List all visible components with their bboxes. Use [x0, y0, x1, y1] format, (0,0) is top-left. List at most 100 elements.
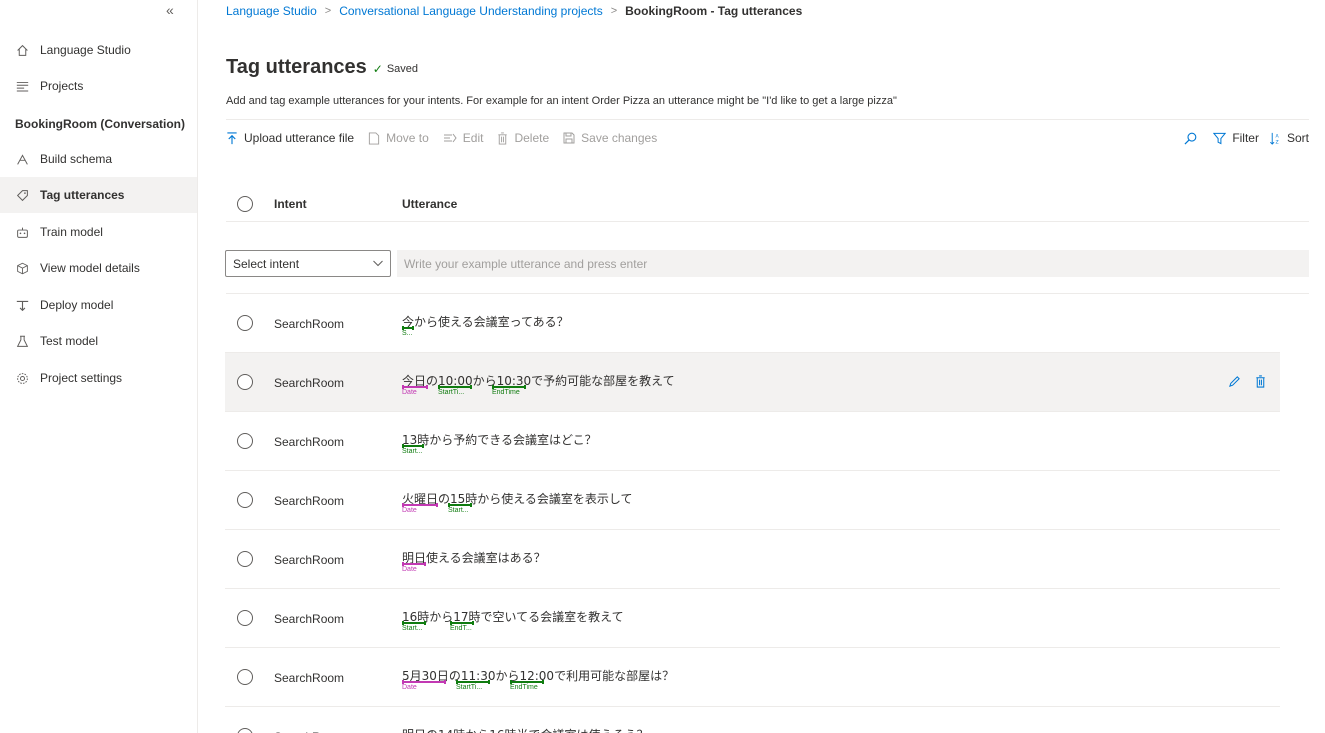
schema-icon [15, 152, 29, 166]
sidebar-item-tag-utterances[interactable]: Tag utterances [0, 177, 197, 213]
entity-tag-bar [402, 326, 414, 330]
row-utterance[interactable]: 明日の14時から16時半で会議室は使えそう？ [402, 726, 649, 733]
move-to-button[interactable]: Move to [368, 131, 429, 145]
collapse-sidebar-icon[interactable]: « [166, 2, 174, 18]
nav-language-studio[interactable]: Language Studio [0, 32, 197, 68]
saved-status: ✓ Saved [373, 62, 418, 76]
entity-tag-label: Date [402, 507, 417, 514]
entity-tag[interactable]: Date [402, 503, 438, 516]
search-button[interactable] [1184, 132, 1203, 145]
table-row[interactable]: SearchRoom 5月30日の11:30から12:00で利用可能な部屋は？ Da… [225, 648, 1280, 707]
table-row[interactable]: SearchRoom明日の14時から16時半で会議室は使えそう？ [225, 707, 1280, 733]
entity-tag-label: Date [402, 389, 417, 396]
entity-tag[interactable]: StartTi... [456, 680, 490, 693]
nav-label: Language Studio [40, 43, 131, 57]
row-select-radio[interactable] [237, 728, 253, 733]
table-row[interactable]: SearchRoom 今から使える会議室ってある？ S... [225, 294, 1280, 353]
new-utterance-row: Select intent Write your example utteran… [225, 250, 1309, 277]
utterance-input-placeholder: Write your example utterance and press e… [404, 256, 648, 271]
table-row[interactable]: SearchRoom 16時から17時で空いてる会議室を教えて Start... En… [225, 589, 1280, 648]
row-select-radio[interactable] [237, 551, 253, 567]
nav-label: Project settings [40, 371, 123, 385]
flask-icon [15, 334, 29, 348]
entity-tag[interactable]: Start... [402, 444, 424, 457]
entity-tag[interactable]: S... [402, 326, 422, 339]
edit-lines-icon [443, 132, 457, 144]
edit-pencil-icon[interactable] [1228, 375, 1241, 388]
entity-tag[interactable]: EndTime [492, 385, 526, 398]
sort-button[interactable]: AZ Sort [1269, 131, 1309, 145]
row-trash-icon[interactable] [1255, 375, 1266, 388]
entity-tag-label: Date [402, 684, 417, 691]
entity-tag-label: Start... [448, 507, 469, 514]
entity-tag-label: Start... [402, 625, 423, 632]
deploy-icon [15, 298, 29, 312]
utterance-input[interactable]: Write your example utterance and press e… [397, 250, 1309, 277]
row-intent: SearchRoom [274, 376, 345, 390]
nav-label: View model details [40, 261, 140, 275]
filter-button[interactable]: Filter [1213, 131, 1259, 145]
toolbar-divider [226, 119, 1309, 120]
list-icon [15, 79, 29, 93]
svg-text:Z: Z [1275, 139, 1278, 144]
intent-select[interactable]: Select intent [225, 250, 391, 277]
utterance-list: SearchRoom 今から使える会議室ってある？ S... SearchRoom 今日… [225, 294, 1280, 733]
entity-tag-bar [402, 503, 438, 507]
sidebar-item-project-settings[interactable]: Project settings [0, 360, 197, 396]
nav-projects[interactable]: Projects [0, 68, 197, 104]
filter-icon [1213, 132, 1227, 145]
entity-tag[interactable]: Start... [402, 621, 426, 634]
chevron-down-icon [372, 257, 384, 272]
entity-tag[interactable]: Date [402, 385, 428, 398]
entity-tag-label: StartTi... [456, 684, 483, 691]
delete-button[interactable]: Delete [497, 131, 549, 145]
entity-tag-bar [402, 444, 424, 448]
sidebar-item-test-model[interactable]: Test model [0, 323, 197, 359]
row-utterance[interactable]: 16時から17時で空いてる会議室を教えて [402, 608, 624, 625]
page-description: Add and tag example utterances for your … [226, 95, 897, 107]
toolbar-right: Filter AZ Sort [1174, 131, 1309, 145]
row-select-radio[interactable] [237, 374, 253, 390]
breadcrumb-clu-projects[interactable]: Conversational Language Understanding pr… [339, 4, 603, 18]
sort-icon: AZ [1269, 132, 1281, 145]
upload-utterance-file-button[interactable]: Upload utterance file [226, 131, 354, 145]
nav-label: Test model [40, 334, 99, 348]
sidebar-item-train-model[interactable]: Train model [0, 214, 197, 250]
cube-icon [15, 261, 29, 275]
entity-tag[interactable]: Date [402, 562, 426, 575]
row-select-radio[interactable] [237, 492, 253, 508]
table-row[interactable]: SearchRoom 今日の10:00から10:30で予約可能な部屋を教えて Dat… [225, 353, 1280, 412]
entity-tag-label: EndT... [450, 625, 472, 632]
entity-tag[interactable]: Date [402, 680, 446, 693]
edit-label: Edit [462, 131, 484, 145]
row-select-radio[interactable] [237, 610, 253, 626]
entity-tag[interactable]: StartTi... [438, 385, 472, 398]
row-select-radio[interactable] [237, 315, 253, 331]
row-select-radio[interactable] [237, 669, 253, 685]
home-icon [15, 43, 29, 57]
sidebar: « Language Studio Projects BookingRoom (… [0, 0, 198, 733]
entity-tag-bar [492, 385, 526, 389]
entity-tag[interactable]: EndT... [450, 621, 474, 634]
row-intent: SearchRoom [274, 317, 345, 331]
table-row[interactable]: SearchRoom 火曜日の15時から使える会議室を表示して Date Start.… [225, 471, 1280, 530]
save-changes-button[interactable]: Save changes [563, 131, 657, 145]
entity-tag[interactable]: EndTime [510, 680, 544, 693]
row-utterance[interactable]: 13時から予約できる会議室はどこ？ [402, 431, 597, 448]
row-intent: SearchRoom [274, 612, 345, 626]
row-utterance[interactable]: 今から使える会議室ってある？ [402, 313, 569, 330]
edit-button[interactable]: Edit [443, 131, 484, 145]
sidebar-item-view-model-details[interactable]: View model details [0, 250, 197, 286]
project-name: BookingRoom (Conversation) [15, 117, 185, 131]
sidebar-item-build-schema[interactable]: Build schema [0, 141, 197, 177]
table-row[interactable]: SearchRoom 明日使える会議室はある？ Date [225, 530, 1280, 589]
breadcrumb-language-studio[interactable]: Language Studio [226, 4, 317, 18]
sidebar-item-deploy-model[interactable]: Deploy model [0, 287, 197, 323]
column-header-intent[interactable]: Intent [274, 197, 307, 211]
row-select-radio[interactable] [237, 433, 253, 449]
select-all-radio[interactable] [237, 195, 253, 212]
entity-tag-label: StartTi... [438, 389, 465, 396]
column-header-utterance[interactable]: Utterance [402, 197, 457, 211]
entity-tag[interactable]: Start... [448, 503, 472, 516]
table-row[interactable]: SearchRoom 13時から予約できる会議室はどこ？ Start... [225, 412, 1280, 471]
